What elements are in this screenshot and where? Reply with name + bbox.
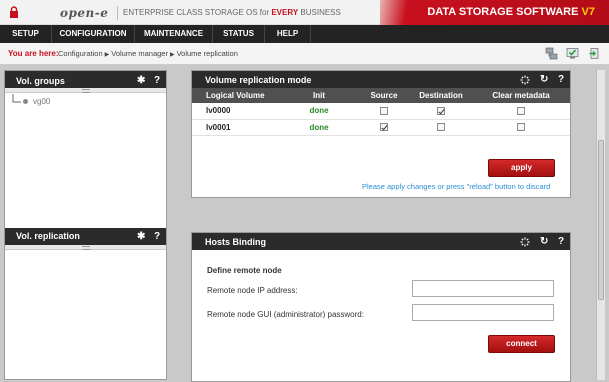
remote-ip-label: Remote node IP address: xyxy=(207,286,298,295)
spinner-icon xyxy=(520,237,530,247)
hosts-binding-header: Hosts Binding ↻ ? xyxy=(192,233,570,250)
breadcrumb-volume-replication: Volume replication xyxy=(176,49,238,58)
gear-icon[interactable]: ✱ xyxy=(137,75,145,86)
vol-groups-tree: vg00 xyxy=(5,93,166,219)
row-volume: lv0001 xyxy=(192,119,280,136)
menu-configuration[interactable]: CONFIGURATION xyxy=(52,25,135,43)
source-checkbox[interactable] xyxy=(380,123,388,132)
breadcrumb-volume-manager[interactable]: Volume manager xyxy=(111,49,168,58)
help-icon[interactable]: ? xyxy=(558,74,564,85)
hosts-binding-panel: Hosts Binding ↻ ? Define remote node Rem… xyxy=(191,232,571,382)
breadcrumb: You are here: Configuration ▶ Volume manag… xyxy=(0,43,609,65)
tagline: ENTERPRISE CLASS STORAGE OS for EVERY BU… xyxy=(123,8,341,17)
remote-ip-input[interactable] xyxy=(412,280,554,297)
lock-icon xyxy=(10,6,18,18)
destination-cell xyxy=(410,103,472,120)
col-logical-volume: Logical Volume xyxy=(192,88,280,103)
col-clear-metadata: Clear metadata xyxy=(472,88,570,103)
vol-replication-collapse-handle[interactable] xyxy=(5,245,166,250)
spinner-icon xyxy=(520,75,530,85)
tree-item-vg00[interactable]: vg00 xyxy=(33,97,50,106)
monitor-check-icon[interactable] xyxy=(566,47,579,60)
product-title: DATA STORAGE SOFTWARE V7 xyxy=(427,6,595,18)
breadcrumb-arrow-icon: ▶ xyxy=(104,52,110,58)
clear-metadata-checkbox[interactable] xyxy=(517,123,525,132)
menu-status[interactable]: STATUS xyxy=(213,25,265,43)
tagline-prefix: ENTERPRISE CLASS STORAGE OS for xyxy=(123,8,272,17)
clear-metadata-checkbox[interactable] xyxy=(517,107,525,116)
vol-replication-title: Vol. replication xyxy=(16,231,80,241)
tree-node-dot-icon xyxy=(23,99,28,104)
main-content: Volume replication mode ↻ ? Logical Volu… xyxy=(191,70,593,382)
top-header: open-e ENTERPRISE CLASS STORAGE OS for E… xyxy=(0,0,609,25)
source-cell xyxy=(358,119,410,136)
help-icon[interactable]: ? xyxy=(154,75,160,86)
replication-table: Logical Volume Init Source Destination C… xyxy=(192,88,570,136)
define-remote-node-heading: Define remote node xyxy=(207,266,282,275)
help-icon[interactable]: ? xyxy=(154,231,160,242)
vol-replication-header: Vol. replication ✱ ? xyxy=(5,228,166,245)
product-banner: DATA STORAGE SOFTWARE V7 xyxy=(380,0,609,25)
destination-cell xyxy=(410,119,472,136)
remote-password-label: Remote node GUI (administrator) password… xyxy=(207,310,364,319)
left-sidebar: Vol. groups ✱ ? vg00 Vol. replication ✱ … xyxy=(4,70,167,380)
apply-button[interactable]: apply xyxy=(488,159,555,177)
menu-setup[interactable]: SETUP xyxy=(0,25,52,43)
col-init: Init xyxy=(280,88,358,103)
page-scrollbar[interactable] xyxy=(596,70,605,380)
network-icon[interactable] xyxy=(545,47,558,60)
gear-icon[interactable]: ✱ xyxy=(137,231,145,242)
remote-password-input[interactable] xyxy=(412,304,554,321)
help-icon[interactable]: ? xyxy=(558,236,564,247)
breadcrumb-configuration[interactable]: Configuration xyxy=(58,49,103,58)
brand-logo: open-e xyxy=(60,6,109,20)
volume-replication-mode-title: Volume replication mode xyxy=(205,75,312,85)
reload-icon[interactable]: ↻ xyxy=(540,74,548,85)
breadcrumb-prefix: You are here: xyxy=(8,49,59,58)
product-version: V7 xyxy=(581,6,595,18)
scrollbar-thumb[interactable] xyxy=(598,140,604,300)
tagline-highlight: EVERY xyxy=(271,8,299,17)
volume-replication-mode-header: Volume replication mode ↻ ? xyxy=(192,71,570,88)
source-checkbox[interactable] xyxy=(380,107,388,116)
vol-groups-title: Vol. groups xyxy=(16,76,65,86)
tagline-suffix: BUSINESS xyxy=(298,8,341,17)
product-name: DATA STORAGE SOFTWARE xyxy=(427,6,582,18)
volume-replication-mode-panel: Volume replication mode ↻ ? Logical Volu… xyxy=(191,70,571,198)
menu-maintenance[interactable]: MAINTENANCE xyxy=(135,25,213,43)
row-init-status: done xyxy=(280,119,358,136)
breadcrumb-arrow-icon: ▶ xyxy=(169,52,175,58)
table-row: lv0001 done xyxy=(192,119,570,136)
row-init-status: done xyxy=(280,103,358,120)
destination-checkbox[interactable] xyxy=(437,123,445,132)
destination-checkbox[interactable] xyxy=(437,107,445,116)
source-cell xyxy=(358,103,410,120)
breadcrumb-path: Configuration ▶ Volume manager ▶ Volume repl… xyxy=(58,49,238,58)
table-row: lv0000 done xyxy=(192,103,570,120)
apply-hint: Please apply changes or press "reload" b… xyxy=(362,182,551,191)
col-destination: Destination xyxy=(410,88,472,103)
clear-metadata-cell xyxy=(472,119,570,136)
main-menu: SETUP CONFIGURATION MAINTENANCE STATUS H… xyxy=(0,25,609,43)
menu-help[interactable]: HELP xyxy=(265,25,311,43)
logout-icon[interactable] xyxy=(588,47,601,60)
clear-metadata-cell xyxy=(472,103,570,120)
hosts-binding-title: Hosts Binding xyxy=(205,237,266,247)
reload-icon[interactable]: ↻ xyxy=(540,236,548,247)
header-divider xyxy=(117,6,118,20)
col-source: Source xyxy=(358,88,410,103)
row-volume: lv0000 xyxy=(192,103,280,120)
vol-groups-header: Vol. groups ✱ ? xyxy=(5,71,166,88)
connect-button[interactable]: connect xyxy=(488,335,555,353)
